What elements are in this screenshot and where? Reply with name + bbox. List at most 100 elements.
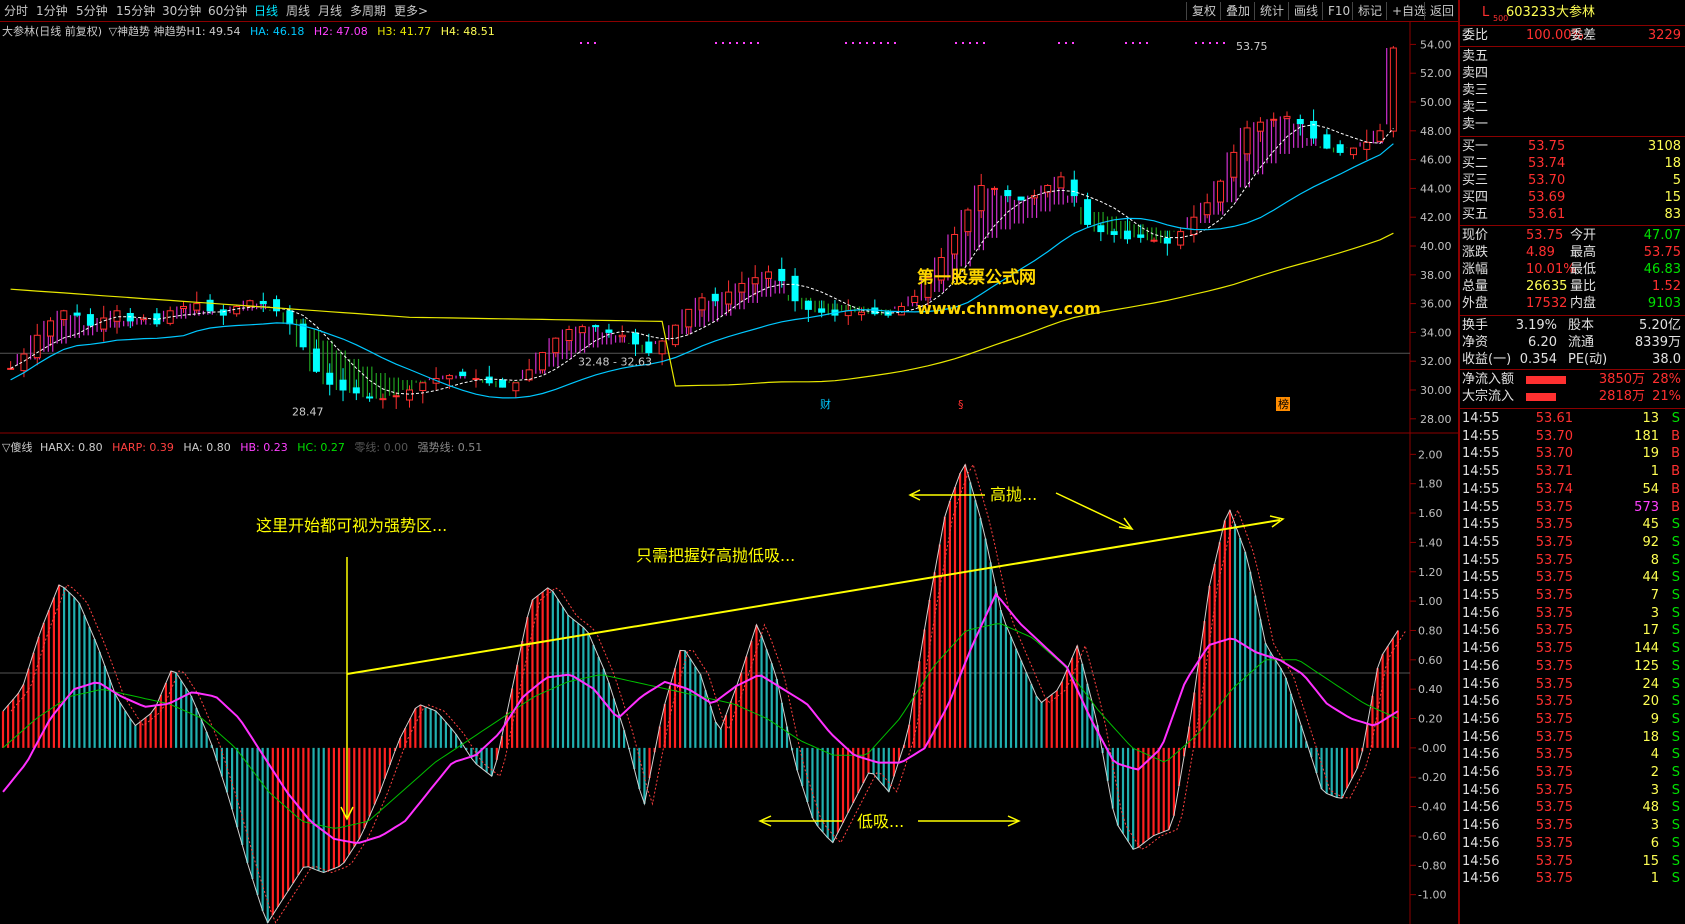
stock-name: 大参林 xyxy=(1556,5,1596,20)
indicator-axis-tick: 1.80 xyxy=(1418,478,1443,491)
stat-value: 1.52 xyxy=(1652,279,1681,294)
tick-direction: S xyxy=(1671,588,1680,603)
candle-body xyxy=(658,340,666,355)
period-tab-4[interactable]: 30分钟 xyxy=(162,2,201,20)
period-tab-0[interactable]: 分时 xyxy=(4,2,28,20)
weicha-value: 3229 xyxy=(1647,28,1681,43)
candle-body xyxy=(1177,231,1185,246)
indicator-axis-tick: 1.00 xyxy=(1418,595,1443,608)
tick-volume: 13 xyxy=(1642,411,1659,426)
period-tab-9[interactable]: 多周期 xyxy=(350,2,386,20)
candle-body xyxy=(33,334,41,359)
hb-value: HB: 0.23 xyxy=(240,441,288,454)
period-tab-8[interactable]: 月线 xyxy=(318,2,342,20)
stat-label: 涨跌 xyxy=(1462,245,1489,260)
candle-body xyxy=(1349,147,1357,156)
toolbar-button-5[interactable]: 标记 xyxy=(1352,2,1387,20)
sell-level-3: 卖二 xyxy=(1460,99,1685,117)
tick-row-11: 14:56 53.75 3 S xyxy=(1460,605,1685,623)
candle-body xyxy=(113,310,121,322)
tick-row-14: 14:56 53.75 125 S xyxy=(1460,658,1685,676)
tick-price: 53.75 xyxy=(1535,517,1573,533)
tick-volume: 7 xyxy=(1650,588,1659,603)
signal-dot xyxy=(1195,42,1197,44)
tick-row-10: 14:55 53.75 7 S xyxy=(1460,587,1685,605)
period-tab-1[interactable]: 1分钟 xyxy=(36,2,68,20)
tick-volume: 19 xyxy=(1642,446,1659,462)
buy-label: 买五 xyxy=(1462,207,1489,222)
tick-volume: 3 xyxy=(1650,818,1659,834)
period-tab-5[interactable]: 60分钟 xyxy=(208,2,247,20)
tick-direction: B xyxy=(1671,499,1680,515)
tick-price: 53.71 xyxy=(1535,464,1573,480)
toolbar-button-2[interactable]: 统计 xyxy=(1254,2,1289,20)
period-tab-10[interactable]: 更多> xyxy=(394,2,428,20)
signal-dot xyxy=(852,42,854,44)
stat-value: 6.20 xyxy=(1528,335,1557,350)
stat-label: 外盘 xyxy=(1462,296,1489,311)
period-tab-7[interactable]: 周线 xyxy=(286,2,310,20)
candle-body xyxy=(804,300,812,310)
candle-body xyxy=(1389,47,1397,132)
price-axis-tick: 54.00 xyxy=(1420,38,1452,51)
tick-direction: S xyxy=(1671,782,1680,798)
candle-body xyxy=(1017,196,1025,201)
tick-direction: S xyxy=(1671,729,1680,745)
tick-time: 14:55 xyxy=(1462,481,1500,497)
stat-label: 净资 xyxy=(1462,335,1489,350)
tick-direction: S xyxy=(1671,676,1680,692)
toolbar-button-4[interactable]: F10 xyxy=(1322,2,1355,20)
period-tab-6[interactable]: 日线 xyxy=(254,2,278,20)
tick-time: 14:55 xyxy=(1462,428,1500,444)
price-axis-tick: 38.00 xyxy=(1420,269,1452,282)
stat-row-1: 涨跌 4.89 最高 53.75 xyxy=(1460,244,1685,262)
candle-body xyxy=(392,395,400,398)
tick-time: 14:56 xyxy=(1462,729,1500,745)
candle-body xyxy=(512,382,520,392)
candle-body xyxy=(1323,134,1331,149)
toolbar-button-1[interactable]: 叠加 xyxy=(1220,2,1255,20)
stat-row-0: 现价 53.75 今开 47.07 xyxy=(1460,227,1685,245)
candle-body xyxy=(1084,199,1092,225)
signal-dot xyxy=(955,42,957,44)
tick-price: 53.75 xyxy=(1535,818,1573,834)
candle-body xyxy=(499,379,507,388)
tick-volume: 54 xyxy=(1642,481,1659,497)
flow-bar xyxy=(1526,376,1566,384)
toolbar-button-7[interactable]: 返回 xyxy=(1424,2,1459,20)
candle-body xyxy=(1230,151,1238,178)
tick-time: 14:56 xyxy=(1462,711,1500,727)
toolbar-button-0[interactable]: 复权 xyxy=(1186,2,1221,20)
period-tab-2[interactable]: 5分钟 xyxy=(76,2,108,20)
toolbar-button-3[interactable]: 画线 xyxy=(1288,2,1323,20)
flow-label: 净流入额 xyxy=(1462,372,1515,387)
flow-bar xyxy=(1526,393,1556,401)
stat-row-2: 涨幅 10.01% 最低 46.83 xyxy=(1460,261,1685,279)
tick-price: 53.70 xyxy=(1535,428,1573,444)
stat-label: 收益(一) xyxy=(1462,352,1512,367)
tick-direction: S xyxy=(1671,517,1680,533)
candle-body xyxy=(7,367,15,370)
candle-body xyxy=(485,376,493,384)
tick-volume: 573 xyxy=(1634,499,1659,515)
candle-body xyxy=(1270,118,1278,121)
indicator-axis-tick: 0.60 xyxy=(1418,654,1443,667)
period-tab-3[interactable]: 15分钟 xyxy=(116,2,155,20)
buy-volume: 18 xyxy=(1664,156,1681,171)
tick-direction: S xyxy=(1671,711,1680,727)
candle-body xyxy=(233,305,241,315)
price-axis-tick: 40.00 xyxy=(1420,240,1452,253)
tick-row-17: 14:56 53.75 9 S xyxy=(1460,711,1685,729)
candle-body xyxy=(286,310,294,325)
candle-body xyxy=(312,348,320,372)
signal-dot xyxy=(722,42,724,44)
stat-value: 17532 xyxy=(1526,296,1568,311)
indicator-axis-tick: -0.40 xyxy=(1418,801,1446,814)
tick-direction: S xyxy=(1671,765,1680,780)
tick-row-7: 14:55 53.75 92 S xyxy=(1460,534,1685,552)
candle-body xyxy=(1123,230,1131,240)
candle-body xyxy=(1110,231,1118,235)
candle-body xyxy=(406,389,414,401)
sell-label: 卖二 xyxy=(1462,100,1489,115)
stat-label: 股本 xyxy=(1568,318,1595,333)
